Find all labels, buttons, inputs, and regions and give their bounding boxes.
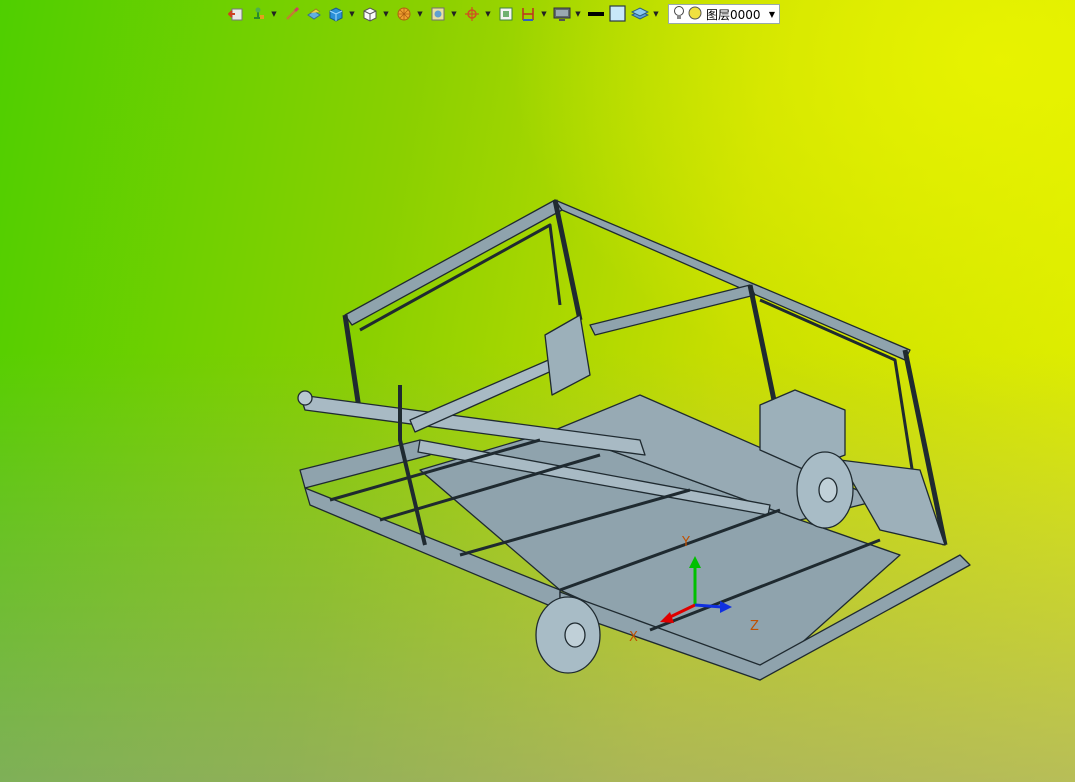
triad-y-label: Y	[681, 535, 690, 550]
cage-top-front	[344, 199, 563, 326]
trailer-model[interactable]: X Z Y	[0, 0, 1075, 782]
triad-z-label: Z	[750, 619, 759, 634]
cage-post-3	[747, 284, 778, 406]
wheel-left-hub	[564, 622, 586, 648]
front-panel	[544, 314, 591, 396]
cage-post-1	[342, 314, 363, 416]
cage-rail-inner	[359, 223, 562, 332]
cage-top-mid	[589, 284, 756, 336]
triad-z-axis	[694, 603, 723, 609]
cage-top-rear	[554, 199, 911, 361]
triad-x-label: X	[629, 630, 638, 645]
hitch	[297, 390, 313, 406]
wheel-right-hub	[818, 477, 838, 503]
